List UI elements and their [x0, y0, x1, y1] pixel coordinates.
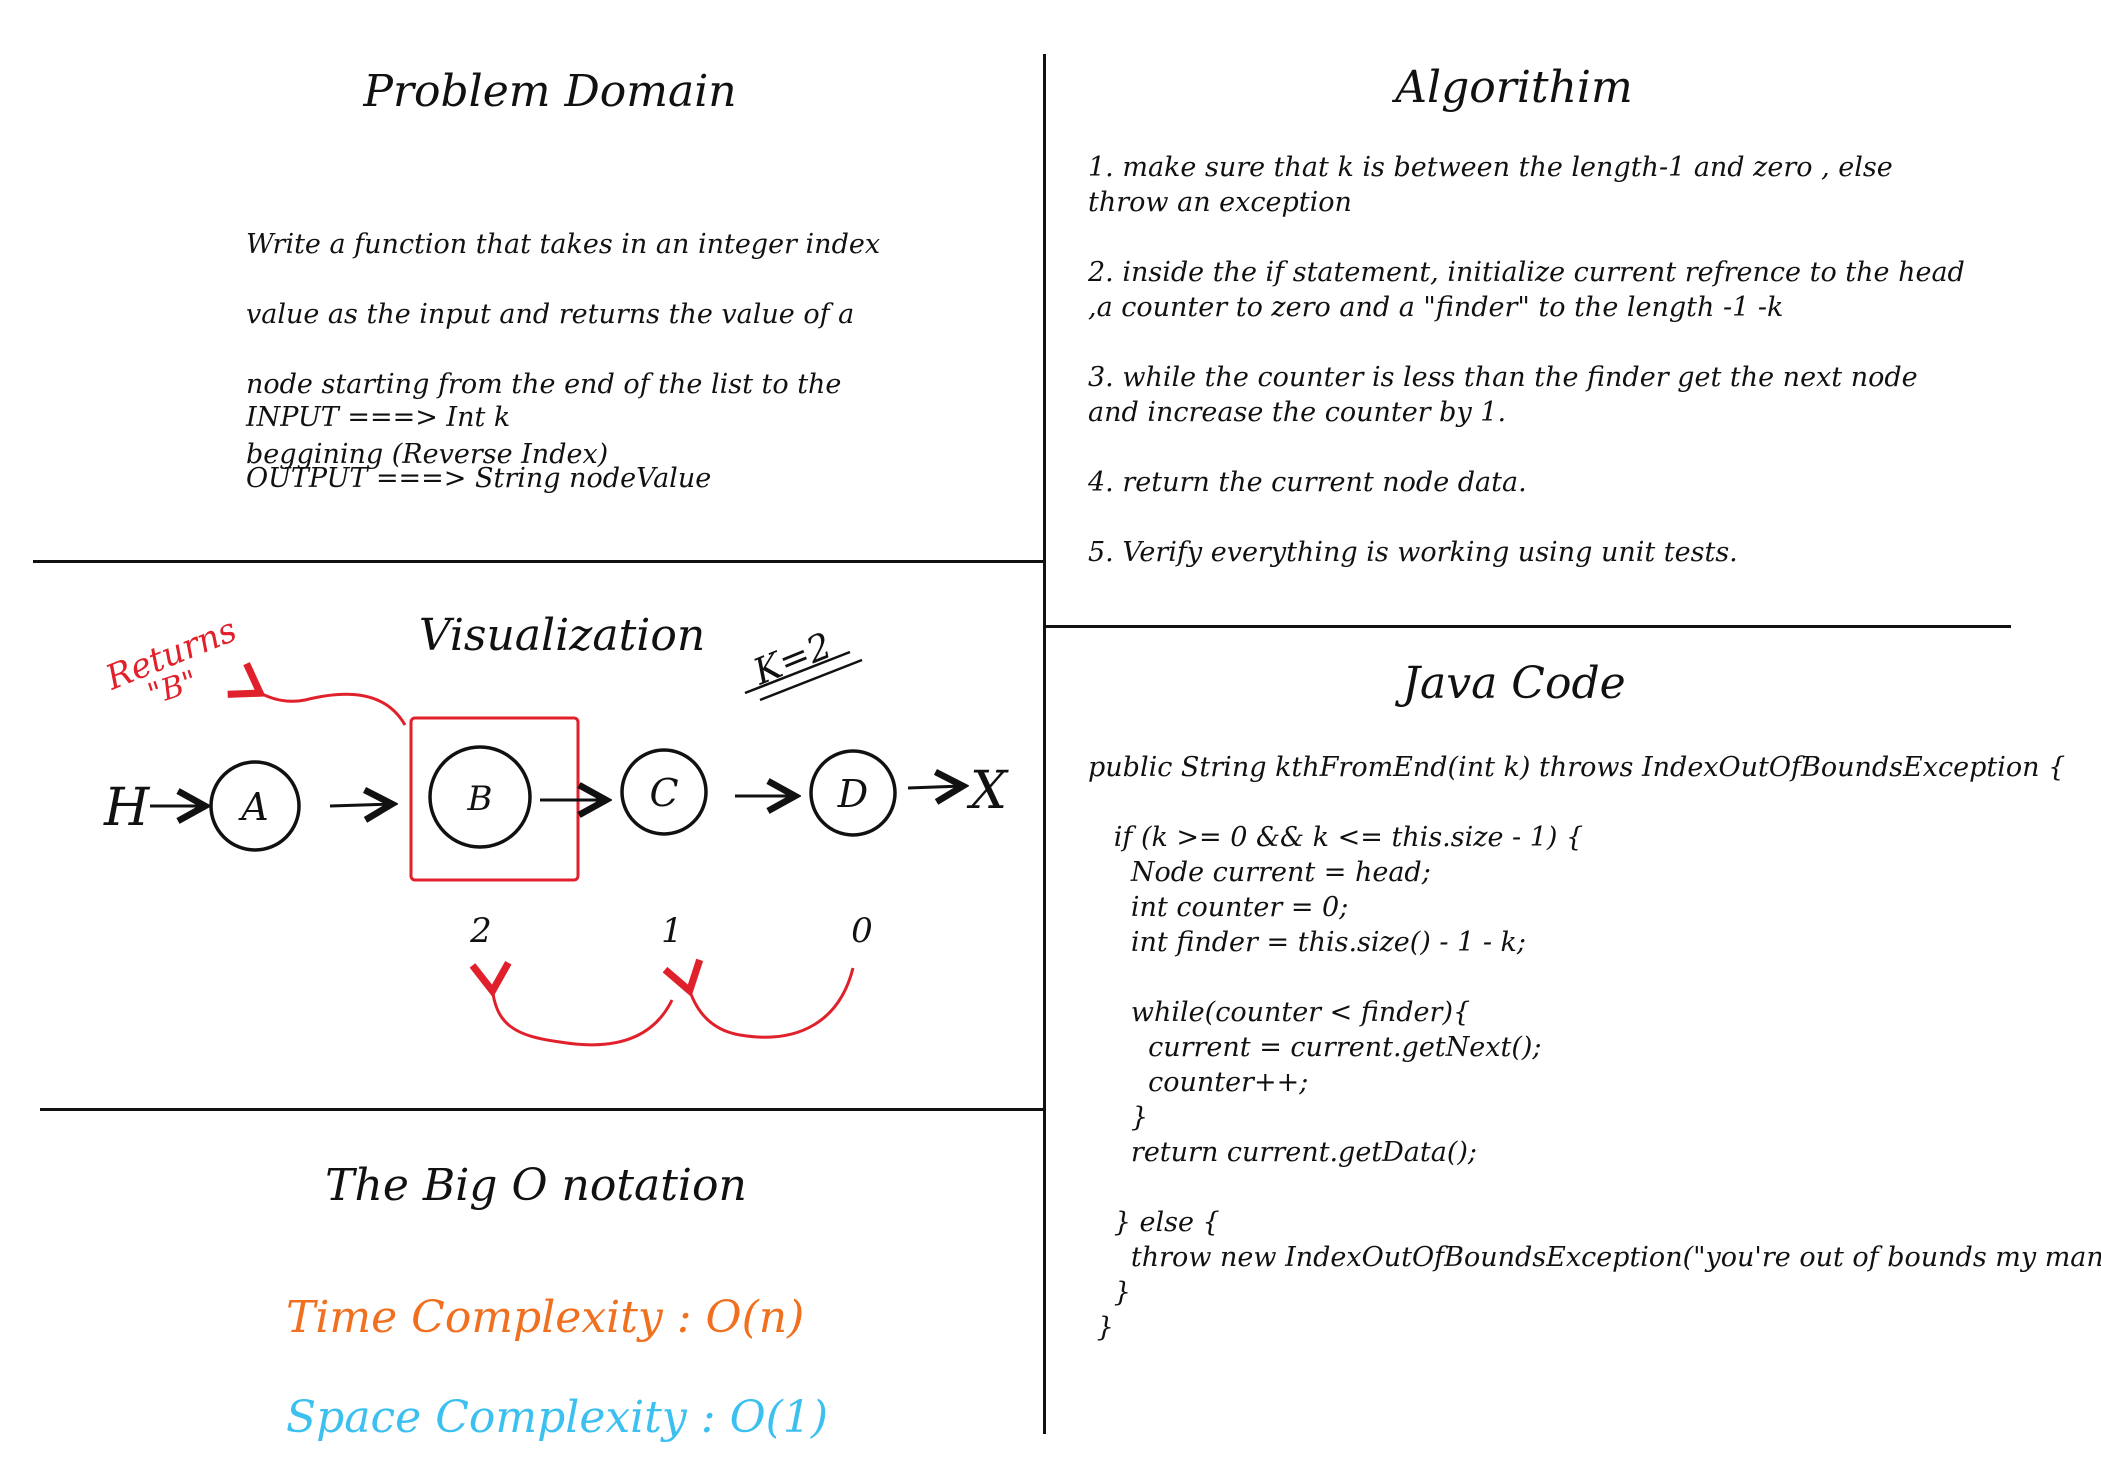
- code-line: }: [1088, 1312, 1114, 1343]
- code-line: return current.getData();: [1088, 1137, 1478, 1168]
- code-line: if (k >= 0 && k <= this.size - 1) {: [1088, 822, 1584, 853]
- description-line: node starting from the end of the list t…: [246, 369, 842, 400]
- arrow-a-b: [329, 804, 392, 806]
- algorithm-step: 2. inside the if statement, initialize c…: [1088, 257, 1965, 323]
- code-line: counter++;: [1088, 1067, 1309, 1098]
- code-line: } else {: [1088, 1207, 1220, 1238]
- code-block: public String kthFromEnd(int k) throws I…: [1088, 750, 2101, 1345]
- index-label: 2: [469, 911, 492, 951]
- left-divider-upper: [33, 560, 1043, 563]
- index-label: 0: [851, 911, 873, 951]
- code-line: }: [1088, 1102, 1149, 1133]
- algorithm-step: 5. Verify everything is working using un…: [1088, 537, 1738, 568]
- java-code-title: Java Code: [1402, 658, 1626, 709]
- time-complexity: Time Complexity : O(n): [286, 1292, 805, 1343]
- algorithm-step: 3. while the counter is less than the fi…: [1088, 362, 1918, 428]
- count-arc: [469, 960, 674, 1047]
- description-line: Write a function that takes in an intege…: [246, 229, 881, 260]
- returns-arrow: [227, 662, 407, 726]
- input-spec: INPUT ===> Int k: [246, 402, 511, 433]
- algorithm-step: 4. return the current node data.: [1088, 467, 1527, 498]
- code-line: throw new IndexOutOfBoundsException("you…: [1088, 1242, 2101, 1273]
- count-arc: [662, 958, 855, 1039]
- code-line: int counter = 0;: [1088, 892, 1349, 923]
- problem-domain-title: Problem Domain: [363, 66, 737, 117]
- node-label-a: A: [238, 785, 268, 829]
- linked-list-diagram: Returns "B" K=2 H A B C D X 2 1 0: [99, 610, 1009, 1047]
- code-line: while(counter < finder){: [1088, 997, 1471, 1028]
- code-line: Node current = head;: [1088, 857, 1431, 888]
- node-label-d: D: [837, 772, 868, 816]
- left-divider-lower: [40, 1108, 1043, 1111]
- description-line: value as the input and returns the value…: [246, 299, 855, 330]
- vertical-divider: [1043, 54, 1046, 1434]
- index-label: 1: [661, 911, 683, 951]
- code-line: public String kthFromEnd(int k) throws I…: [1088, 752, 2066, 783]
- tail-label: X: [966, 761, 1009, 821]
- arrow-d-x: [907, 786, 963, 788]
- algorithm-title: Algorithim: [1395, 62, 1633, 113]
- code-line: int finder = this.size() - 1 - k;: [1088, 927, 1527, 958]
- k-label: K=2: [747, 625, 837, 693]
- algorithm-step: 1. make sure that k is between the lengt…: [1088, 152, 1893, 218]
- big-o-title: The Big O notation: [325, 1160, 747, 1211]
- code-line: current = current.getNext();: [1088, 1032, 1542, 1063]
- right-divider: [1046, 625, 2011, 628]
- node-label-c: C: [649, 771, 678, 815]
- code-line: }: [1088, 1277, 1131, 1308]
- space-complexity: Space Complexity : O(1): [286, 1392, 828, 1443]
- head-label: H: [103, 778, 151, 838]
- problem-description: Write a function that takes in an intege…: [246, 192, 880, 507]
- node-label-b: B: [467, 779, 493, 819]
- output-spec: OUTPUT ===> String nodeValue: [246, 463, 712, 494]
